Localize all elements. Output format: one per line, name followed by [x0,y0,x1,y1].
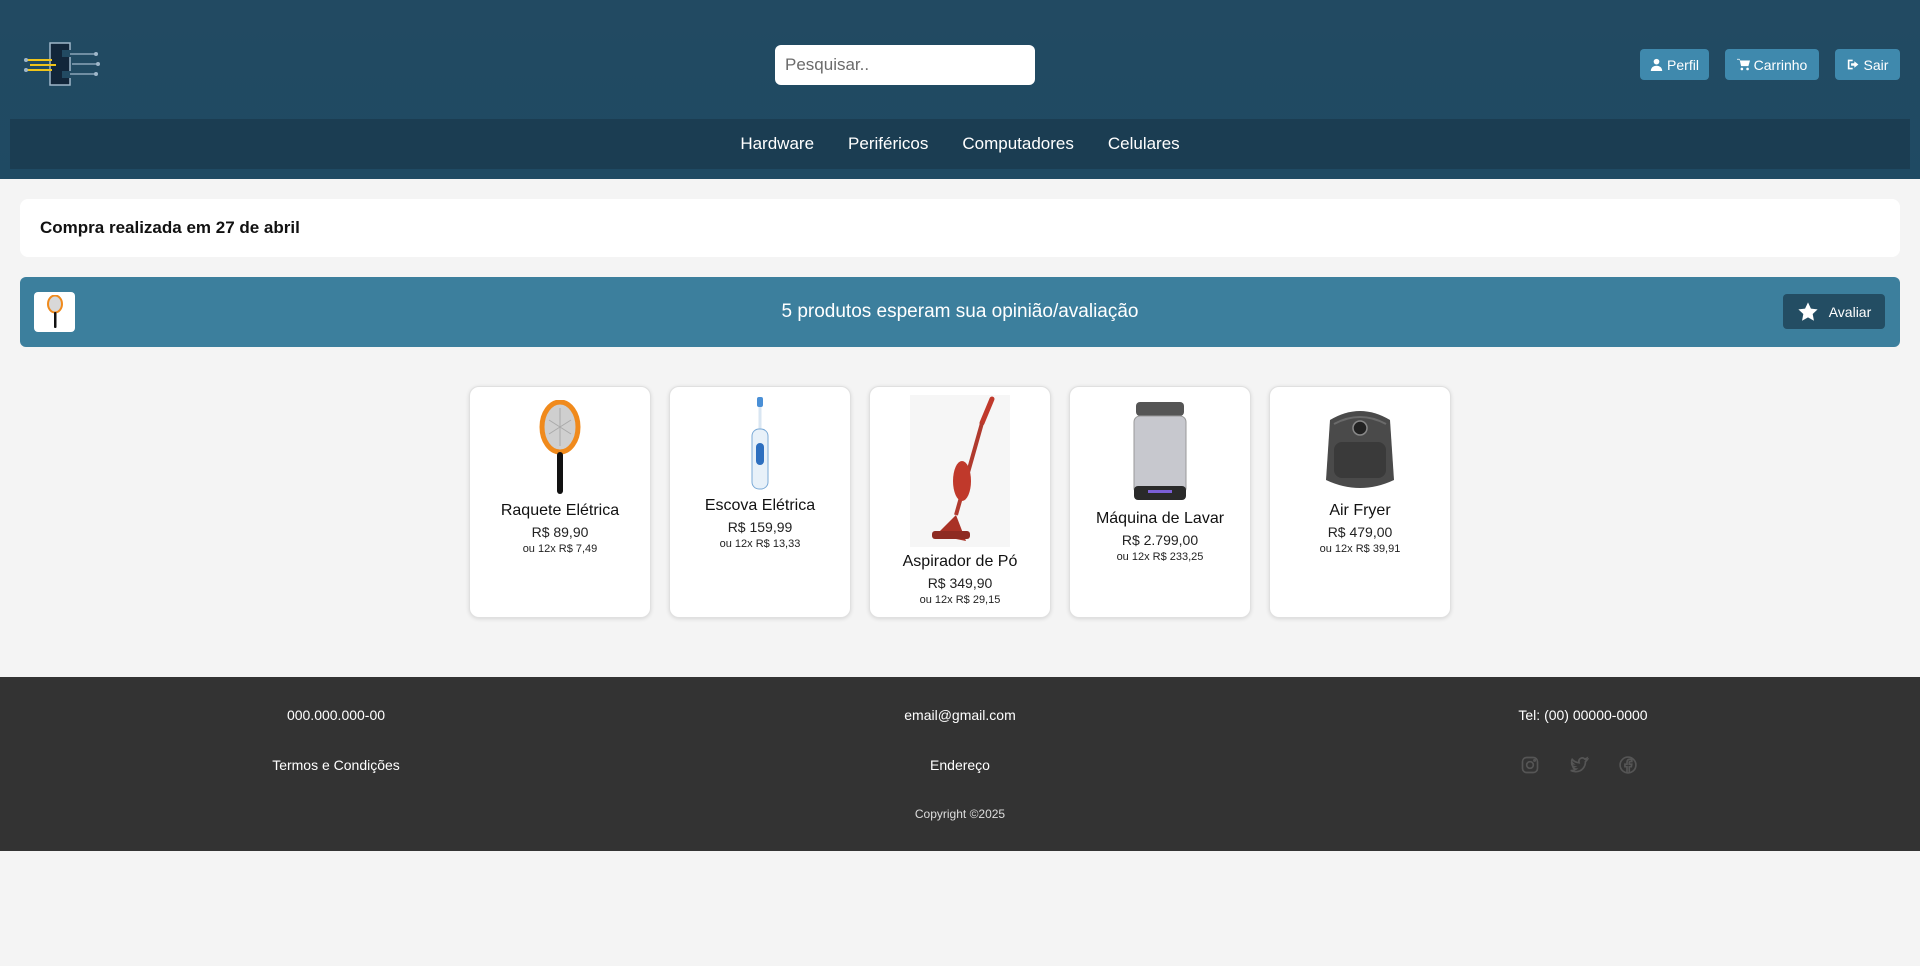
review-banner: 5 produtos esperam sua opinião/avaliação… [20,277,1900,347]
purchase-card: Compra realizada em 27 de abril [20,199,1900,257]
product-card[interactable]: Raquete Elétrica R$ 89,90 ou 12x R$ 7,49 [469,386,651,618]
site-footer: 000.000.000-00 email@gmail.com Tel: (00)… [0,677,1920,851]
avaliar-label: Avaliar [1828,303,1872,320]
logo[interactable] [22,40,102,88]
review-message: 5 produtos esperam sua opinião/avaliação [781,301,1139,322]
avaliar-button[interactable]: Avaliar [1783,294,1885,329]
product-card[interactable]: Aspirador de Pó R$ 349,90 ou 12x R$ 29,1… [869,386,1051,618]
electric-racket-icon [539,400,581,494]
footer-phone: Tel: (00) 00000-0000 [1518,707,1648,723]
carrinho-button[interactable]: Carrinho [1725,49,1819,80]
category-nav: Hardware Periféricos Computadores Celula… [10,119,1910,169]
product-card[interactable]: Air Fryer R$ 479,00 ou 12x R$ 39,91 [1269,386,1451,618]
sair-button[interactable]: Sair [1835,49,1900,80]
vacuum-cleaner-icon [910,395,1010,547]
product-name: Air Fryer [1329,502,1391,519]
facebook-icon[interactable] [1618,755,1638,775]
product-price: R$ 479,00 [1327,524,1393,540]
carrinho-label: Carrinho [1753,56,1808,73]
nav-item-hardware[interactable]: Hardware [740,134,814,154]
user-icon [1650,58,1663,71]
product-name: Aspirador de Pó [902,553,1018,570]
product-price: R$ 89,90 [531,524,589,540]
perfil-button[interactable]: Perfil [1640,49,1709,80]
perfil-label: Perfil [1667,56,1699,73]
instagram-icon[interactable] [1520,755,1540,775]
star-icon [1798,301,1818,321]
social-links [1520,755,1638,775]
product-installments: ou 12x R$ 13,33 [719,538,801,550]
air-fryer-icon [1326,411,1394,488]
address-link[interactable]: Endereço [810,757,1110,773]
product-installments: ou 12x R$ 39,91 [1319,543,1401,555]
circuit-logo-icon [24,42,100,86]
product-price: R$ 159,99 [727,519,793,535]
product-name: Escova Elétrica [704,497,816,514]
twitter-icon[interactable] [1569,755,1589,775]
product-card[interactable]: Máquina de Lavar R$ 2.799,00 ou 12x R$ 2… [1069,386,1251,618]
nav-item-computadores[interactable]: Computadores [962,134,1074,154]
electric-toothbrush-icon [751,397,769,490]
product-price: R$ 349,90 [927,575,993,591]
footer-cpf: 000.000.000-00 [286,707,386,723]
copyright-text: Copyright ©2025 [914,807,1006,821]
search-input[interactable] [775,45,1035,85]
product-name: Máquina de Lavar [1095,510,1225,527]
purchase-title: Compra realizada em 27 de abril [40,218,300,237]
product-installments: ou 12x R$ 29,15 [919,594,1001,606]
sign-out-icon [1847,59,1858,70]
nav-item-perifericos[interactable]: Periféricos [848,134,928,154]
footer-email[interactable]: email@gmail.com [810,707,1110,723]
product-installments: ou 12x R$ 7,49 [522,543,598,555]
cart-icon [1736,58,1750,71]
product-card[interactable]: Escova Elétrica R$ 159,99 ou 12x R$ 13,3… [669,386,851,618]
product-price: R$ 2.799,00 [1121,532,1199,548]
sair-label: Sair [1863,56,1889,73]
nav-item-celulares[interactable]: Celulares [1108,134,1180,154]
product-name: Raquete Elétrica [500,502,620,519]
product-installments: ou 12x R$ 233,25 [1116,551,1204,563]
washing-machine-icon [1133,402,1187,500]
terms-link[interactable]: Termos e Condições [186,757,486,773]
site-header: Perfil Carrinho Sair Hardware Periférico… [0,0,1920,179]
